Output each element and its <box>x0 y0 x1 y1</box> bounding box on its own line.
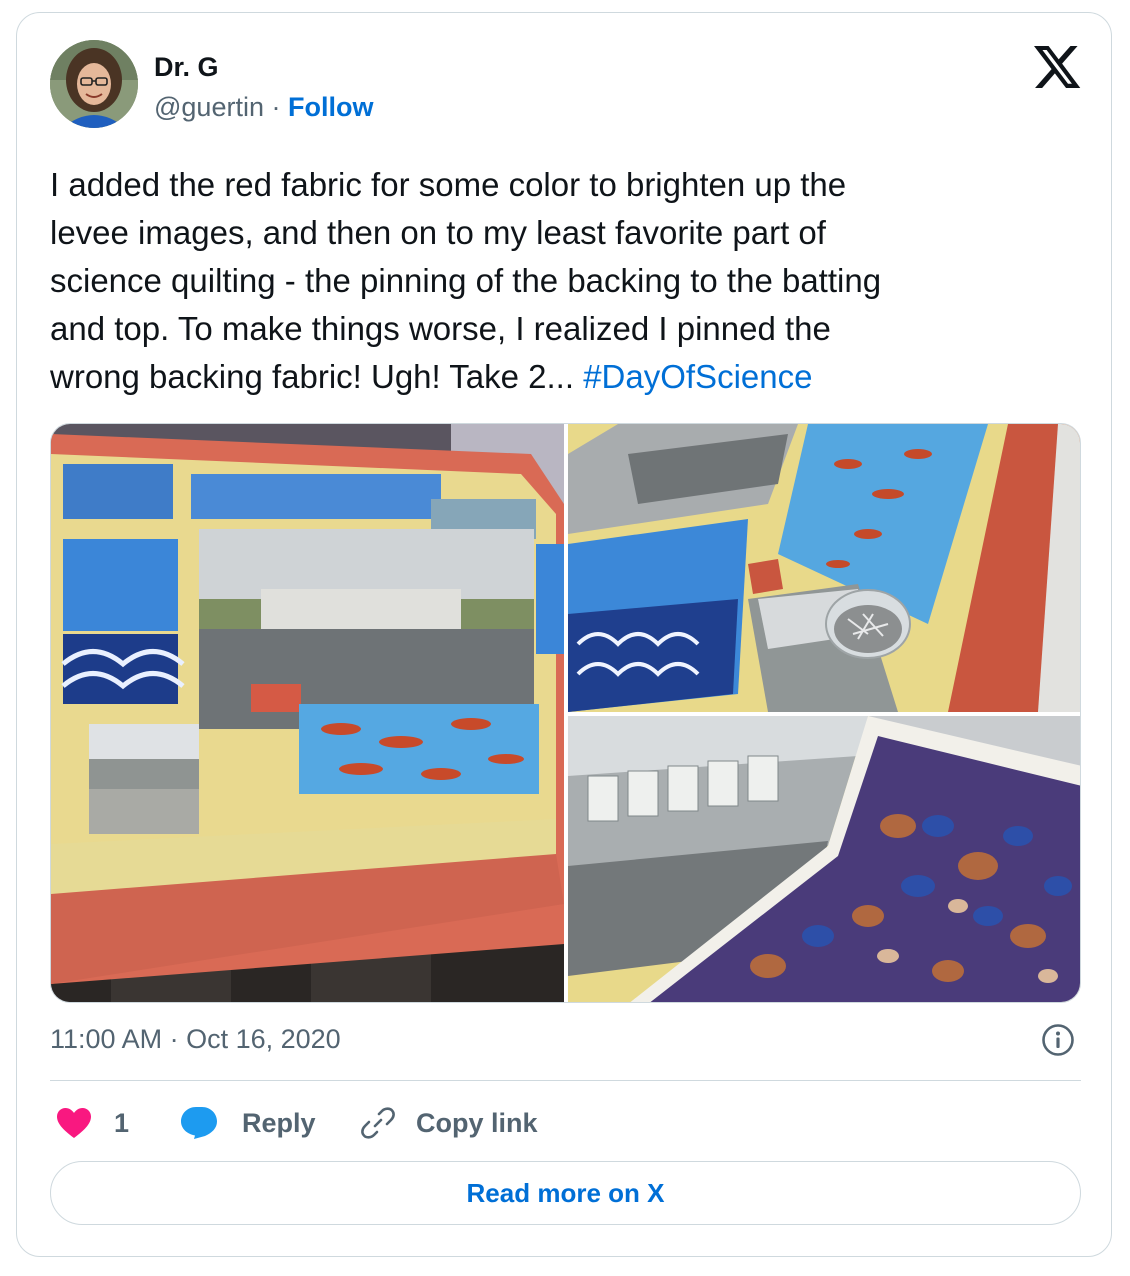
tweet-text-line: and top. To make things worse, I realize… <box>50 310 831 347</box>
divider <box>50 1080 1081 1081</box>
tweet-text: I added the red fabric for some color to… <box>50 161 1090 401</box>
media-grid <box>50 423 1081 1003</box>
avatar-image <box>50 40 138 128</box>
author-handle[interactable]: @guertin <box>154 92 264 122</box>
photo-quilt-pins-image <box>568 424 1080 712</box>
tweet-card: Dr. G @guertin · Follow I added the red … <box>16 12 1112 1257</box>
tweet-text-line: levee images, and then on to my least fa… <box>50 214 826 251</box>
copy-link-button[interactable]: Copy link <box>360 1101 538 1145</box>
timestamp-date: Oct 16, 2020 <box>186 1024 341 1054</box>
like-button[interactable]: 1 <box>56 1101 129 1145</box>
timestamp-separator: · <box>162 1024 187 1054</box>
x-logo-icon[interactable] <box>1034 46 1082 90</box>
tweet-text-line: wrong backing fabric! Ugh! Take 2... #Da… <box>50 353 1090 401</box>
like-count: 1 <box>114 1107 130 1138</box>
reply-button[interactable]: Reply <box>180 1101 316 1145</box>
reply-bubble-icon <box>181 1107 217 1139</box>
photo-quilt-pins[interactable] <box>568 424 1080 712</box>
copy-link-label: Copy link <box>416 1107 538 1138</box>
author-display-name[interactable]: Dr. G <box>154 51 219 83</box>
info-icon[interactable] <box>1041 1023 1075 1057</box>
tweet-text-line: I added the red fabric for some color to… <box>50 166 847 203</box>
author-avatar[interactable] <box>50 40 138 128</box>
handle-separator: · <box>271 92 281 122</box>
photo-quilt-top[interactable] <box>51 424 564 1002</box>
photo-backing-fabric[interactable] <box>568 716 1080 1002</box>
heart-icon <box>57 1108 91 1138</box>
read-more-button[interactable]: Read more on X <box>50 1161 1081 1225</box>
action-bar: 1 Reply Copy link <box>50 1101 1081 1145</box>
tweet-text-line: science quilting - the pinning of the ba… <box>50 262 882 299</box>
tweet-timestamp[interactable]: 11:00 AM · Oct 16, 2020 <box>50 1021 341 1057</box>
timestamp-time: 11:00 AM <box>50 1024 163 1054</box>
tweet-text-last: wrong backing fabric! Ugh! Take 2... <box>50 358 584 395</box>
follow-link[interactable]: Follow <box>288 92 373 122</box>
hashtag-link[interactable]: #DayOfScience <box>583 358 812 395</box>
photo-backing-fabric-image <box>568 716 1080 1002</box>
reply-label: Reply <box>242 1107 316 1138</box>
photo-quilt-top-image <box>51 424 564 1002</box>
author-handle-row: @guertin · Follow <box>154 91 373 123</box>
link-icon <box>361 1107 395 1139</box>
